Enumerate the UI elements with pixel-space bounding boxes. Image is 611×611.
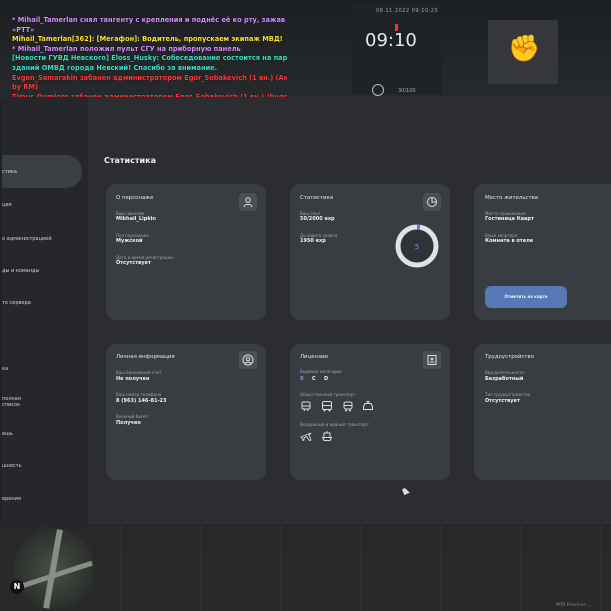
sidebar-item-4[interactable]: ды и команды [2, 268, 39, 274]
page-title: Статистика [104, 156, 156, 165]
sidebar-item-5[interactable]: то сервера [2, 300, 31, 306]
chat-line: by RM) [12, 83, 38, 92]
card-character-title: О персонаже [116, 195, 154, 201]
phone-value: 8 (963) 146-81-23 [116, 398, 167, 404]
room-value: Комната в отеле [485, 238, 534, 244]
employment-type-label: Тип трудоустройства [485, 392, 531, 397]
level-value: 5 [415, 243, 419, 251]
hud-badge-icon [372, 84, 384, 96]
sidebar-item-statistics[interactable]: стика [2, 169, 17, 175]
chat-line: «РТТ» [12, 25, 35, 34]
compass-north-icon: N [10, 580, 24, 594]
sidebar-item-2[interactable]: ция [2, 202, 12, 208]
card-residence-title: Место жительства [485, 195, 539, 201]
category-c: C [312, 376, 316, 382]
public-transport-label: Общественный транспорт [300, 392, 356, 397]
card-personal-info-title: Личная информация [116, 354, 175, 360]
card-stats-title: Статистика [300, 195, 334, 201]
activity-value: Безработный [485, 376, 524, 382]
trolleybus-icon [343, 401, 353, 412]
fist-icon: ✊ [508, 34, 541, 64]
sidebar-item-8[interactable]: полная список [2, 396, 21, 408]
gender-value: Мужской [116, 238, 143, 244]
sidebar-item-11[interactable]: ерения [2, 496, 21, 502]
user-icon [239, 193, 257, 211]
air-water-transport-label: Воздушный и водный транспорт [300, 422, 369, 427]
next-level-value: 1950 exp [300, 238, 326, 244]
sidebar-item-3[interactable]: о администрацией [2, 236, 52, 242]
chat-line: [Новости ГУВД Невского] Eloss_Husky: Соб… [12, 54, 287, 63]
minimap [12, 527, 96, 611]
category-b: B [300, 376, 304, 382]
taxi-icon [363, 401, 373, 410]
mark-on-map-button[interactable]: Отметить на карте [485, 286, 567, 308]
bus-icon [322, 401, 332, 412]
sidebar-item-7[interactable]: ка [2, 366, 8, 372]
nickname-value: Mikhail_Lipkin [116, 216, 156, 222]
phone-label: Ваш номер телефона [116, 392, 162, 397]
place-value: Гостиница Кварт [485, 216, 534, 222]
plane-icon [300, 432, 312, 442]
sidebar-item-9[interactable]: ешь [2, 431, 13, 437]
id-card-icon [423, 351, 441, 369]
card-licenses-title: Лицензии [300, 354, 328, 360]
activity-label: Вид деятельности [485, 370, 524, 375]
minimap-road [43, 529, 63, 609]
pie-chart-icon [423, 193, 441, 211]
military-value: Получен [116, 420, 141, 426]
bank-label: Ваш банковский счет [116, 370, 162, 375]
chat-line: Mihail_Tamerlan[362]: [Мегафон]: Водител… [12, 35, 283, 44]
card-employment-title: Трудоустройство [485, 354, 535, 360]
chat-line: * Mihail_Tamerlan положил пульт СГУ на п… [12, 44, 241, 53]
military-label: Военный билет [116, 414, 149, 419]
boat-icon [321, 431, 333, 441]
chat-line: Evgen_Samarakin забанен администратором … [12, 73, 287, 82]
employment-type-value: Отсутствует [485, 398, 520, 404]
hud-counter: 30/100 [398, 88, 416, 94]
registration-value: Отсутствует [116, 260, 151, 266]
card-employment [474, 344, 611, 480]
driver-categories-label: Водовые категории [300, 369, 342, 374]
hud-time: 09:10 [365, 30, 417, 51]
category-d: D [324, 376, 329, 382]
level-progress-ring: 5 [395, 224, 439, 268]
profile-icon [239, 351, 257, 369]
tram-icon [301, 401, 311, 412]
bank-value: Не получен [116, 376, 150, 382]
chat-line: зданий ОМВД города Невский! Спасибо за в… [12, 63, 218, 72]
sidebar-item-10[interactable]: шность [2, 463, 22, 469]
hud-date: 08.11.2022 09:10:25 [376, 8, 439, 14]
chat-line: * Mihail_Tamerlan снял тангенту с крепле… [12, 16, 287, 24]
exp-value: 50/2000 exp [300, 216, 335, 222]
watermark: MTA Province ... [556, 603, 592, 608]
